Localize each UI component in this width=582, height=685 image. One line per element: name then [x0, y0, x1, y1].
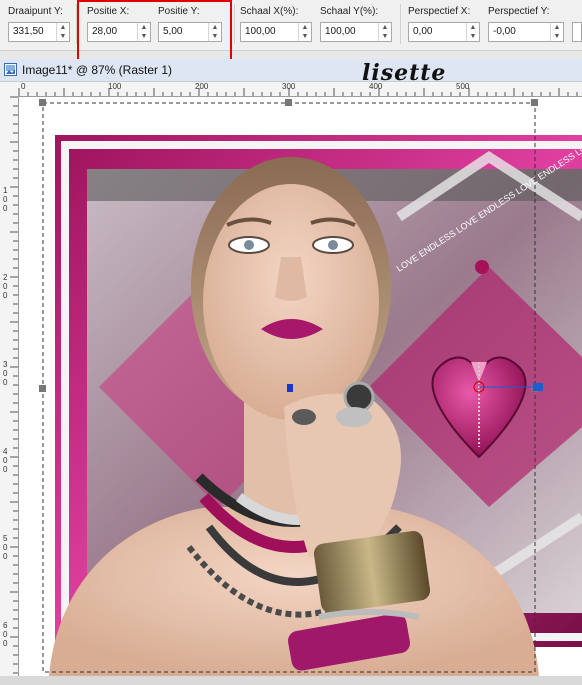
field-schaal-x: Schaal X(%): 100,00 ▲ ▼	[240, 6, 312, 42]
rotation-handle[interactable]	[533, 383, 543, 391]
field-value: 100,00	[325, 26, 356, 37]
ruler-label: 500	[456, 82, 470, 91]
field-schaal-y: Schaal Y(%): 100,00 ▲ ▼	[320, 6, 392, 42]
ruler-label: 2 0 0	[3, 273, 8, 300]
spin-arrows[interactable]: ▲ ▼	[466, 23, 479, 41]
spin-arrows[interactable]: ▲ ▼	[550, 23, 563, 41]
ruler-label: 6 0 0	[3, 621, 8, 648]
field-value: 331,50	[13, 26, 44, 37]
handle-top-mid[interactable]	[285, 99, 292, 106]
document-title: Image11* @ 87% (Raster 1)	[22, 63, 173, 77]
image-canvas[interactable]: LOVE ENDLESS LOVE ENDLESS LOVE ENDLESS L…	[19, 97, 582, 676]
ruler-ticks	[18, 88, 578, 96]
field-value: 100,00	[245, 26, 276, 37]
perspectief-x-input[interactable]: 0,00 ▲ ▼	[408, 22, 480, 42]
ruler-label: 100	[108, 82, 122, 91]
ruler-label: 0	[21, 82, 26, 91]
perspectief-y-input[interactable]: -0,00 ▲ ▼	[488, 22, 564, 42]
finger-ring	[292, 409, 316, 425]
ruler-label: 5 0 0	[3, 534, 8, 561]
handle-top-left[interactable]	[39, 99, 46, 106]
ruler-horizontal[interactable]: 0 100 200 300 400 500	[18, 82, 582, 97]
field-perspectief-x: Perspectief X: 0,00 ▲ ▼	[408, 6, 480, 42]
spin-up-icon[interactable]: ▲	[467, 23, 479, 32]
document-titlebar[interactable]: Image11* @ 87% (Raster 1)	[0, 59, 582, 82]
heart-hook	[475, 260, 489, 274]
ruler-label: 1 0 0	[3, 186, 8, 213]
schaal-x-input[interactable]: 100,00 ▲ ▼	[240, 22, 312, 42]
spin-up-icon[interactable]: ▲	[299, 23, 311, 32]
ruler-label: 3 0 0	[3, 360, 8, 387]
field-label: Draaipunt Y:	[8, 6, 63, 17]
handle-top-right[interactable]	[531, 99, 538, 106]
handle-left-mid[interactable]	[39, 385, 46, 392]
draaipunt-y-input[interactable]: 331,50 ▲ ▼	[8, 22, 70, 42]
toolbar-separator	[400, 4, 401, 44]
silver-ring	[336, 407, 372, 427]
image-document-icon	[4, 63, 17, 76]
bottom-scroll-strip[interactable]	[0, 676, 582, 685]
schaal-y-input[interactable]: 100,00 ▲ ▼	[320, 22, 392, 42]
field-value: -0,00	[493, 26, 516, 37]
field-label: Perspectief X:	[408, 6, 471, 17]
spin-arrows[interactable]: ▲ ▼	[56, 23, 69, 41]
spin-up-icon[interactable]: ▲	[379, 23, 391, 32]
ruler-vertical[interactable]: 1 0 0 2 0 0 3 0 0 4 0 0 5 0 0 6 0 0	[0, 96, 19, 676]
field-label: Schaal X(%):	[240, 6, 299, 17]
overflow-control[interactable]	[572, 22, 582, 42]
ruler-corner	[0, 82, 18, 96]
field-label: Schaal Y(%):	[320, 6, 379, 17]
right-iris	[328, 240, 338, 250]
ring-stone	[343, 381, 375, 413]
spin-down-icon[interactable]: ▼	[467, 32, 479, 41]
field-label: Perspectief Y:	[488, 6, 550, 17]
spin-down-icon[interactable]: ▼	[299, 32, 311, 41]
annotation-highlight-box	[77, 0, 232, 63]
spin-down-icon[interactable]: ▼	[551, 32, 563, 41]
spin-arrows[interactable]: ▲ ▼	[378, 23, 391, 41]
ruler-label: 200	[195, 82, 209, 91]
field-value: 0,00	[413, 26, 433, 37]
toolbar-separator	[234, 4, 235, 44]
ruler-label: 4 0 0	[3, 447, 8, 474]
spin-down-icon[interactable]: ▼	[379, 32, 391, 41]
rotation-pivot-handle[interactable]	[287, 384, 293, 392]
field-draaipunt-y: Draaipunt Y: 331,50 ▲ ▼	[8, 6, 70, 42]
field-perspectief-y: Perspectief Y: -0,00 ▲ ▼	[488, 6, 564, 42]
spin-up-icon[interactable]: ▲	[551, 23, 563, 32]
artwork: LOVE ENDLESS LOVE ENDLESS LOVE ENDLESS L…	[39, 99, 582, 676]
spin-down-icon[interactable]: ▼	[57, 32, 69, 41]
ruler-label: 400	[369, 82, 383, 91]
ruler-label: 300	[282, 82, 296, 91]
spin-arrows[interactable]: ▲ ▼	[298, 23, 311, 41]
left-iris	[244, 240, 254, 250]
spin-up-icon[interactable]: ▲	[57, 23, 69, 32]
